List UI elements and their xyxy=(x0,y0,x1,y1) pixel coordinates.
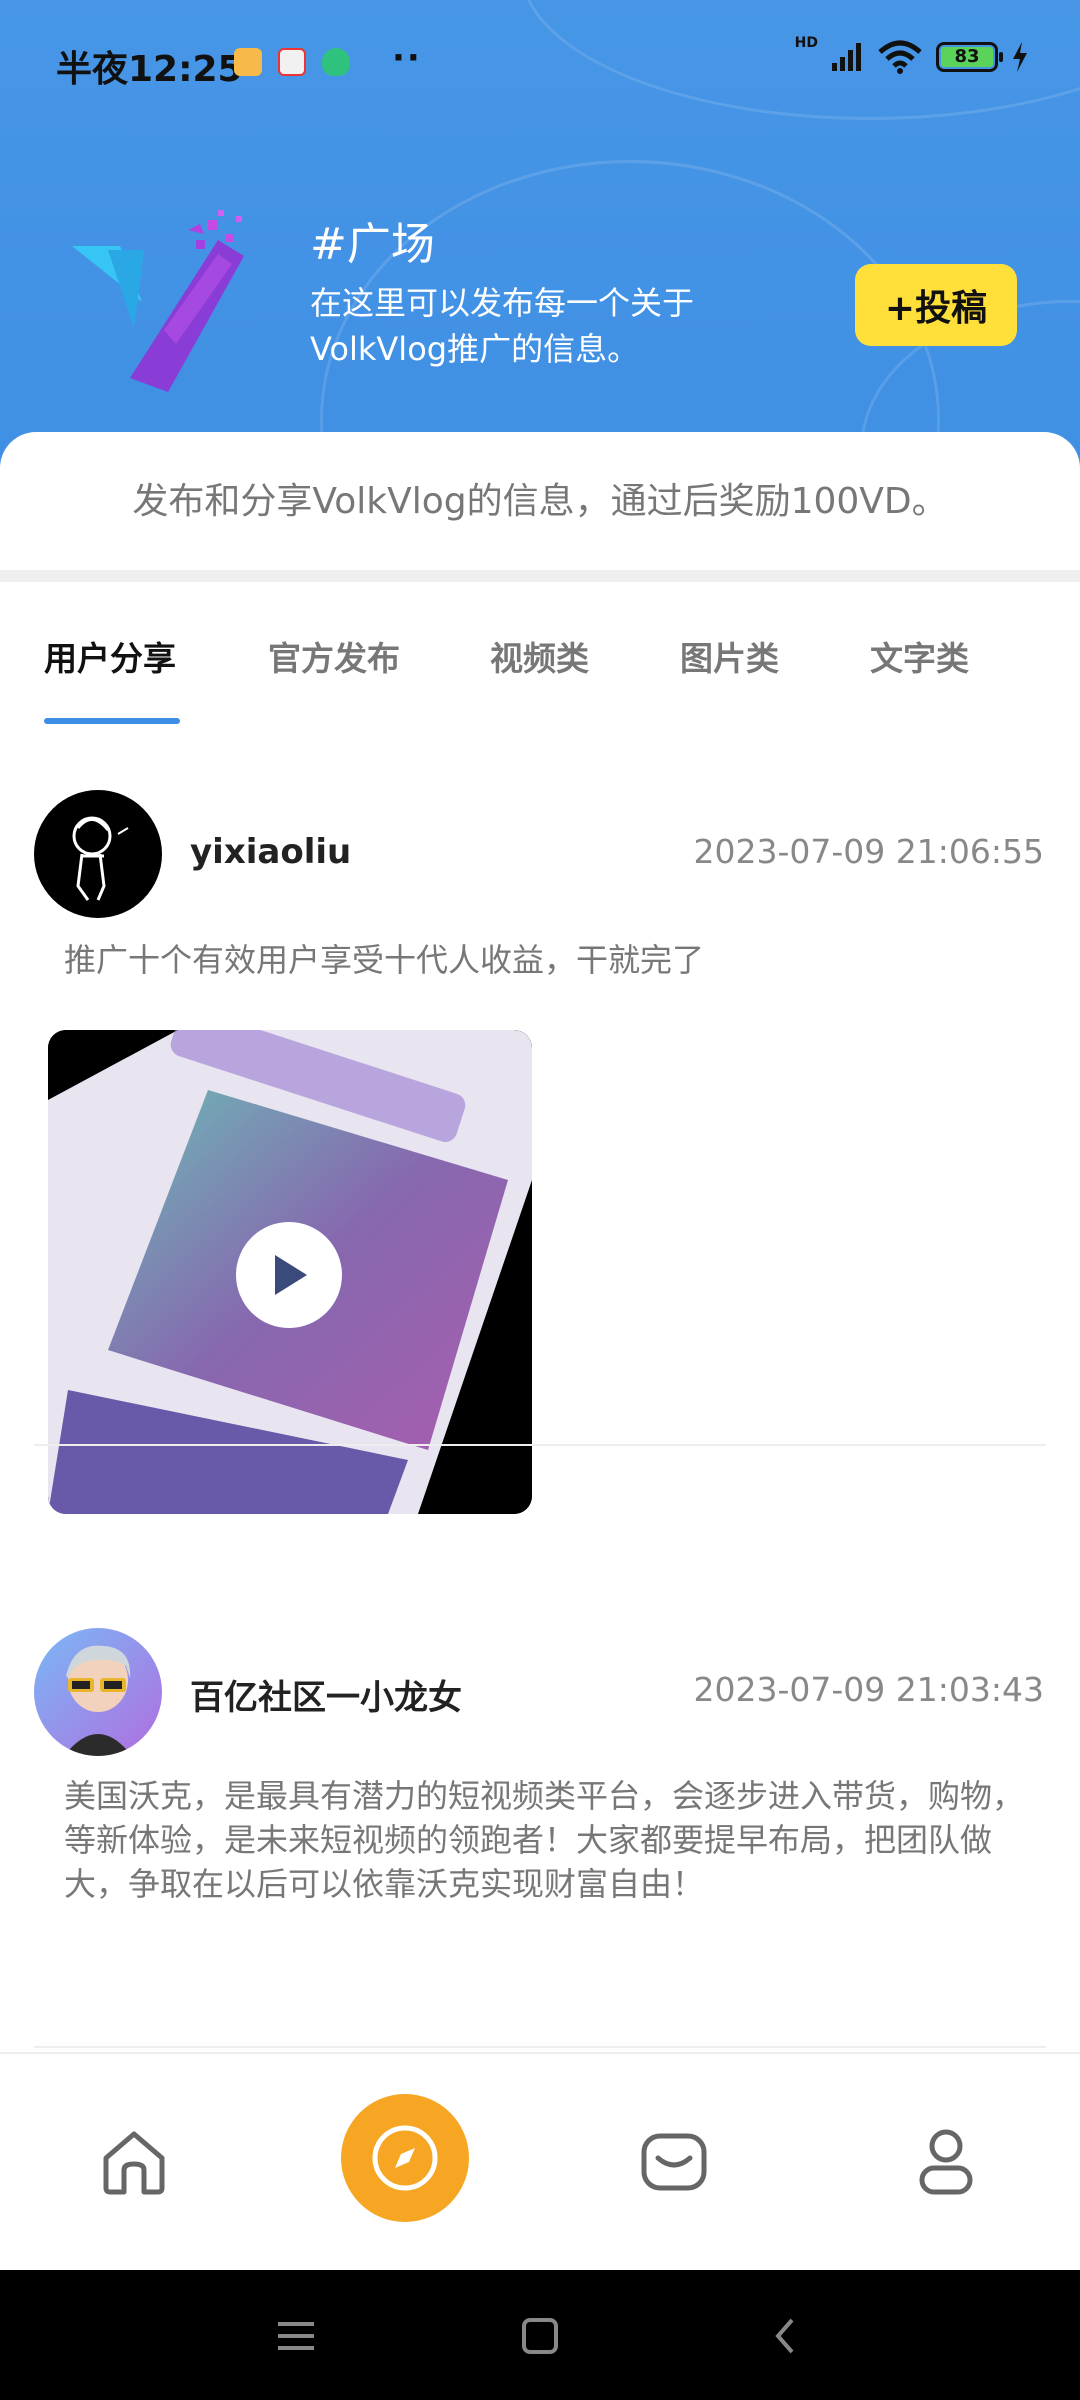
back-icon[interactable] xyxy=(766,2316,806,2356)
active-tab-indicator xyxy=(44,718,180,724)
status-time: 半夜12:25 xyxy=(56,49,243,90)
avatar-illustration xyxy=(72,816,129,901)
tab-official[interactable]: 官方发布 xyxy=(268,632,400,680)
status-right-icons: HD 83 xyxy=(795,35,1030,74)
notification-app-icon xyxy=(234,48,262,76)
submit-post-button[interactable]: +投稿 xyxy=(855,264,1017,346)
discover-button[interactable] xyxy=(341,2094,469,2222)
home-icon[interactable] xyxy=(96,2124,172,2200)
list-item: yixiaoliu 2023-07-09 21:06:55 推广十个有效用户享受… xyxy=(0,790,1080,1514)
profile-icon[interactable] xyxy=(908,2124,984,2200)
tab-user-share[interactable]: 用户分享 xyxy=(44,632,176,680)
tab-image[interactable]: 图片类 xyxy=(680,632,779,680)
tab-video[interactable]: 视频类 xyxy=(490,632,589,680)
baidu-app-icon xyxy=(278,48,306,76)
message-icon[interactable] xyxy=(636,2124,712,2200)
more-notifications-dots: ·· xyxy=(392,38,422,78)
bottom-nav xyxy=(0,2052,1080,2270)
volkvlog-logo-icon xyxy=(72,210,244,392)
play-icon xyxy=(275,1255,307,1295)
menu-icon[interactable] xyxy=(276,2316,316,2356)
play-button[interactable] xyxy=(236,1222,342,1328)
avatar[interactable] xyxy=(34,1628,162,1756)
home-square-icon[interactable] xyxy=(520,2316,560,2356)
notification-icons xyxy=(234,48,350,76)
video-thumbnail[interactable] xyxy=(48,1030,532,1514)
compass-icon xyxy=(372,2125,438,2191)
list-item: 百亿社区一小龙女 2023-07-09 21:03:43 美国沃克，是最具有潜力… xyxy=(0,1628,1080,2048)
battery-level: 83 xyxy=(941,47,993,67)
post-separator xyxy=(34,1444,1046,1446)
post-time: 2023-07-09 21:03:43 xyxy=(693,1670,1044,1709)
avatar-illustration xyxy=(64,1645,132,1756)
tab-text[interactable]: 文字类 xyxy=(870,632,969,680)
topic-description: 在这里可以发布每一个关于VolkVlog推广的信息。 xyxy=(310,284,695,368)
category-tabs: 用户分享 官方发布 视频类 图片类 文字类 xyxy=(0,632,1080,722)
avatar[interactable] xyxy=(34,790,162,918)
system-navigation-bar xyxy=(0,2270,1080,2400)
post-separator xyxy=(34,2046,1046,2048)
charging-icon xyxy=(1013,42,1027,72)
reward-notice: 发布和分享VolkVlog的信息，通过后奖励100VD。 xyxy=(132,481,948,522)
network-type-label: HD xyxy=(794,35,818,51)
topic-title: #广场 xyxy=(310,219,435,270)
topic-header: 半夜12:25 ·· HD 83 #广场 在这里可以发布每一个关于VolkVlo… xyxy=(0,0,1080,470)
signal-icon xyxy=(832,43,861,71)
post-time: 2023-07-09 21:06:55 xyxy=(693,832,1044,871)
status-bar: 半夜12:25 ·· HD 83 xyxy=(0,0,1080,120)
post-username[interactable]: yixiaoliu xyxy=(190,832,351,872)
section-divider xyxy=(0,570,1080,582)
security-shield-icon xyxy=(322,48,350,76)
post-username[interactable]: 百亿社区一小龙女 xyxy=(190,1670,462,1719)
post-text: 推广十个有效用户享受十代人收益，干就完了 xyxy=(64,941,705,979)
content-card: 发布和分享VolkVlog的信息，通过后奖励100VD。 用户分享 官方发布 视… xyxy=(0,432,1080,2052)
battery-icon: 83 xyxy=(936,42,1003,72)
post-text: 美国沃克，是最具有潜力的短视频类平台，会逐步进入带货，购物，等新体验，是未来短视… xyxy=(64,1777,1025,1903)
wifi-icon xyxy=(878,40,922,74)
